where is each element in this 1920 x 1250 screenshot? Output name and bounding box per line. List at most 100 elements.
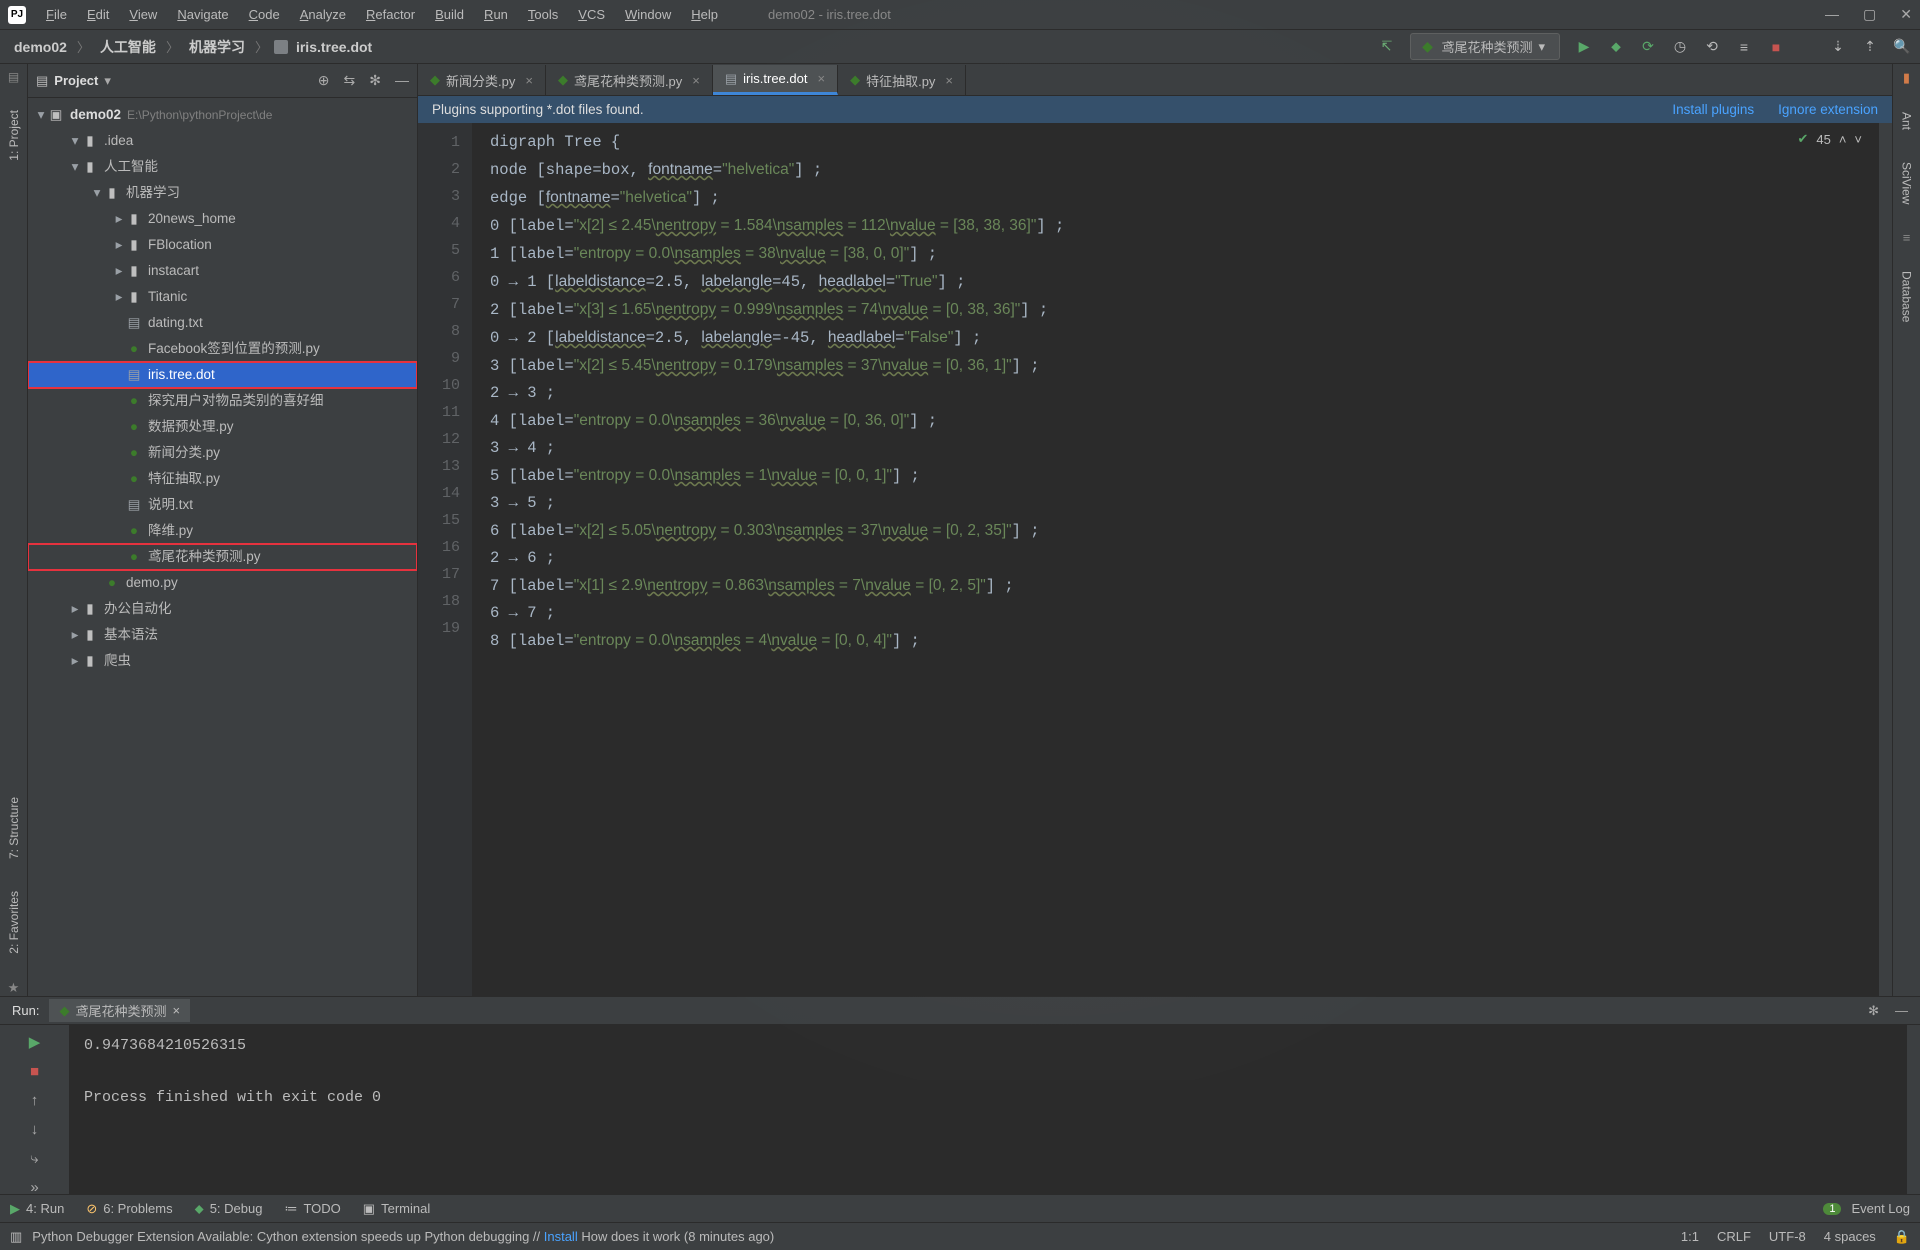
tree-node[interactable]: 鸢尾花种类预测.py [28,544,417,570]
line-gutter[interactable]: 12345678910111213141516171819 [418,123,472,996]
caret-position[interactable]: 1:1 [1681,1229,1699,1245]
breadcrumb-item[interactable]: iris.tree.dot [292,39,376,55]
menu-help[interactable]: Help [681,7,728,22]
project-tab-icon[interactable]: ▤ [8,70,19,84]
menu-tools[interactable]: Tools [518,7,568,22]
tree-node[interactable]: ▾▮机器学习 [28,180,417,206]
menu-navigate[interactable]: Navigate [167,7,238,22]
run-output[interactable]: 0.9473684210526315 Process finished with… [70,1025,1906,1194]
attach-icon[interactable]: ⟲ [1704,39,1720,55]
menu-vcs[interactable]: VCS [568,7,615,22]
ant-icon[interactable]: ▮ [1903,70,1910,86]
locate-icon[interactable]: ⊕ [318,72,330,89]
line-separator[interactable]: CRLF [1717,1229,1751,1245]
tree-node[interactable]: ▸▮办公自动化 [28,596,417,622]
tree-node[interactable]: 探究用户对物品类别的喜好细 [28,388,417,414]
status-tool-icon[interactable]: ▥ [10,1229,22,1245]
install-link[interactable]: Install [544,1229,578,1244]
ignore-extension-link[interactable]: Ignore extension [1778,102,1878,117]
tool-tab-event-log[interactable]: Event Log [1851,1201,1910,1216]
collapse-icon[interactable]: — [395,72,409,89]
expand-all-icon[interactable]: ⇆ [344,72,356,89]
tool-tab-database[interactable]: Database [1900,265,1914,328]
close-icon[interactable]: × [692,73,700,88]
maximize-icon[interactable]: ▢ [1863,6,1876,23]
tree-node[interactable]: demo.py [28,570,417,596]
tool-tab-problems[interactable]: ⊘6: Problems [86,1201,172,1217]
tool-tab-ant[interactable]: Ant [1900,106,1914,136]
readonly-lock-icon[interactable]: 🔒 [1894,1229,1910,1245]
vcs-commit-icon[interactable]: ⇡ [1862,39,1878,55]
editor-tab[interactable]: ◆特征抽取.py× [838,65,966,95]
run-icon[interactable]: ▶ [1576,39,1592,55]
run-tab[interactable]: ◆ 鸢尾花种类预测 × [49,999,190,1022]
breadcrumb-item[interactable]: 机器学习 [185,37,249,57]
menu-edit[interactable]: Edit [77,7,119,22]
menu-build[interactable]: Build [425,7,474,22]
tree-node[interactable]: ▾▮.idea [28,128,417,154]
gear-icon[interactable]: ✻ [1868,1003,1879,1019]
chevron-up-icon[interactable]: ˄ [1839,132,1847,147]
tree-node[interactable]: ▸▮基本语法 [28,622,417,648]
soft-wrap-icon[interactable]: ⤷ [9,1150,61,1167]
menu-refactor[interactable]: Refactor [356,7,425,22]
tree-node[interactable]: ▸▮Titanic [28,284,417,310]
tool-tab-todo[interactable]: ≔TODO [284,1201,340,1217]
project-tree[interactable]: ▾ ▣ demo02 E:\Python\pythonProject\de ▾▮… [28,98,417,996]
tree-node[interactable]: 降维.py [28,518,417,544]
vcs-update-icon[interactable]: ⇣ [1830,39,1846,55]
profile-icon[interactable]: ◷ [1672,39,1688,55]
tree-node[interactable]: ▤iris.tree.dot [28,362,417,388]
gear-icon[interactable]: ✻ [369,72,381,89]
breadcrumb-item[interactable]: 人工智能 [96,37,160,57]
tool-tab-terminal[interactable]: ▣Terminal [363,1201,430,1217]
tree-node[interactable]: 新闻分类.py [28,440,417,466]
search-icon[interactable]: 🔍 [1894,39,1910,55]
tree-node[interactable]: ▤dating.txt [28,310,417,336]
tree-node[interactable]: Facebook签到位置的预测.py [28,336,417,362]
debug-icon[interactable]: ⬥ [1608,39,1624,55]
tool-tab-favorites[interactable]: 2: Favorites [7,885,21,960]
chevron-down-icon[interactable]: ˅ [1854,132,1862,147]
tool-tab-sciview[interactable]: SciView [1900,156,1914,210]
tool-tab-run[interactable]: ▶4: Run [10,1201,64,1217]
close-icon[interactable]: ✕ [1900,6,1912,23]
star-icon[interactable]: ★ [8,980,20,996]
tree-node[interactable]: ▸▮instacart [28,258,417,284]
tree-node[interactable]: ▸▮爬虫 [28,648,417,674]
menu-run[interactable]: Run [474,7,518,22]
run-config-selector[interactable]: ◆ 鸢尾花种类预测 ▾ [1410,33,1560,60]
indent-setting[interactable]: 4 spaces [1824,1229,1876,1245]
stop-button-icon[interactable]: ■ [1768,39,1784,55]
menu-file[interactable]: File [36,7,77,22]
database-icon[interactable]: ≡ [1903,230,1911,245]
build-hammer-icon[interactable]: ↸ [1378,39,1394,55]
minimize-icon[interactable]: — [1825,6,1839,23]
menu-view[interactable]: View [119,7,167,22]
stop-icon[interactable]: ■ [9,1063,61,1080]
install-plugins-link[interactable]: Install plugins [1672,102,1754,117]
down-icon[interactable]: ↓ [9,1121,61,1138]
menu-window[interactable]: Window [615,7,681,22]
run-scrollbar[interactable] [1906,1025,1920,1194]
tree-node[interactable]: ▾▮人工智能 [28,154,417,180]
tree-node[interactable]: 特征抽取.py [28,466,417,492]
more-icon[interactable]: » [9,1179,61,1196]
tree-root[interactable]: ▾ ▣ demo02 E:\Python\pythonProject\de [28,102,417,128]
tree-node[interactable]: 数据预处理.py [28,414,417,440]
tool-tab-project[interactable]: 1: Project [7,104,21,167]
close-icon[interactable]: × [172,1003,180,1018]
close-icon[interactable]: × [817,71,825,86]
editor-tab[interactable]: ▤iris.tree.dot× [713,65,838,95]
minimize-panel-icon[interactable]: — [1895,1003,1908,1019]
close-icon[interactable]: × [525,73,533,88]
error-stripe[interactable] [1878,123,1892,996]
rerun-icon[interactable]: ▶ [9,1033,61,1051]
up-icon[interactable]: ↑ [9,1092,61,1109]
tree-node[interactable]: ▸▮20news_home [28,206,417,232]
tool-tab-structure[interactable]: 7: Structure [7,791,21,865]
close-icon[interactable]: × [945,73,953,88]
editor-tab[interactable]: ◆鸢尾花种类预测.py× [546,65,713,95]
tool-tab-debug[interactable]: ⬥5: Debug [195,1201,263,1217]
code-editor[interactable]: digraph Tree { node [shape=box, fontname… [472,123,1878,996]
